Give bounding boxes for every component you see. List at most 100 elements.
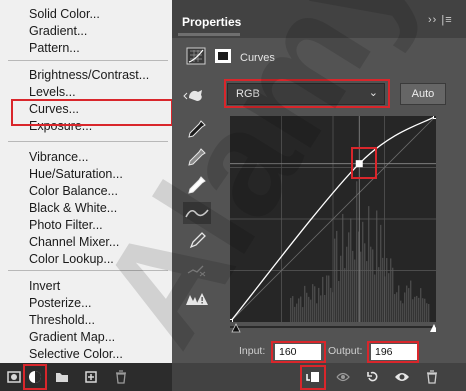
smooth-curve-icon[interactable] xyxy=(183,258,211,280)
histogram-bar xyxy=(418,297,420,322)
curves-highlight-box xyxy=(11,99,173,126)
add-layer-mask-icon[interactable] xyxy=(6,369,22,385)
menu-item[interactable]: Black & White... xyxy=(29,200,117,217)
clipping-warning-icon[interactable] xyxy=(183,288,211,310)
menu-item[interactable]: Hue/Saturation... xyxy=(29,166,123,183)
histogram-bar xyxy=(424,298,426,322)
curves-graph-svg xyxy=(227,113,439,325)
histogram-bar xyxy=(356,181,358,322)
menu-separator xyxy=(8,270,168,271)
black-point-eyedropper-icon[interactable] xyxy=(183,118,211,140)
histogram-bar xyxy=(380,224,382,322)
menu-separator xyxy=(8,60,168,61)
layers-bottom-bar xyxy=(0,363,172,391)
histogram-bar xyxy=(360,251,362,322)
menu-item[interactable]: Solid Color... xyxy=(29,6,100,23)
histogram-bar xyxy=(368,206,370,322)
histogram-bar xyxy=(340,255,342,322)
clip-to-layer-icon[interactable] xyxy=(305,369,321,385)
histogram xyxy=(290,181,430,322)
new-group-icon[interactable] xyxy=(54,369,70,385)
adjustment-layer-menu: Solid Color... Gradient... Pattern... Brigh… xyxy=(0,0,172,363)
output-field-highlight xyxy=(367,341,419,363)
histogram-bar xyxy=(310,299,312,322)
histogram-bar xyxy=(320,295,322,322)
input-label: Input: xyxy=(239,345,266,357)
histogram-bar xyxy=(422,298,424,322)
menu-item[interactable]: Vibrance... xyxy=(29,149,89,166)
panel-menu-icon[interactable]: ›› |≡ xyxy=(428,14,453,26)
trash-icon[interactable] xyxy=(113,369,129,385)
pencil-draw-icon[interactable] xyxy=(183,230,211,252)
histogram-bar xyxy=(300,296,302,322)
white-point-eyedropper-icon[interactable] xyxy=(183,174,211,196)
reset-icon[interactable] xyxy=(365,369,381,385)
properties-header: Properties ›› |≡ xyxy=(172,0,466,38)
histogram-bar xyxy=(378,267,380,322)
auto-button[interactable]: Auto xyxy=(400,83,446,105)
new-layer-icon[interactable] xyxy=(83,369,99,385)
view-previous-state-icon[interactable] xyxy=(335,369,351,385)
curve-point[interactable] xyxy=(433,113,439,119)
menu-item[interactable]: Color Balance... xyxy=(29,183,118,200)
menu-separator xyxy=(8,141,168,142)
histogram-bar xyxy=(376,210,378,322)
histogram-bar xyxy=(362,221,364,322)
input-sliders xyxy=(230,323,436,333)
menu-item[interactable]: Selective Color... xyxy=(29,346,123,363)
histogram-bar xyxy=(308,296,310,322)
histogram-bar xyxy=(322,276,324,322)
menu-item[interactable]: Gradient Map... xyxy=(29,329,115,346)
histogram-bar xyxy=(374,274,376,322)
histogram-bar xyxy=(330,287,332,322)
histogram-bar xyxy=(304,285,306,322)
menu-item[interactable]: Invert xyxy=(29,278,60,295)
histogram-bar xyxy=(414,296,416,322)
histogram-bar xyxy=(392,267,394,322)
output-label: Output: xyxy=(328,345,363,357)
histogram-bar xyxy=(334,238,336,322)
menu-item[interactable]: Channel Mixer... xyxy=(29,234,119,251)
curve-point-highlight xyxy=(351,147,377,179)
curves-graph[interactable] xyxy=(227,113,439,325)
tab-underline xyxy=(178,33,240,36)
histogram-bar xyxy=(372,249,374,322)
mask-icon[interactable] xyxy=(214,48,232,64)
histogram-bar xyxy=(314,286,316,322)
histogram-bar xyxy=(398,285,400,322)
gray-point-eyedropper-icon[interactable] xyxy=(183,146,211,168)
histogram-bar xyxy=(306,292,308,322)
new-adjustment-layer-icon[interactable] xyxy=(27,369,43,385)
histogram-bar xyxy=(408,288,410,322)
histogram-bar xyxy=(338,280,340,322)
histogram-bar xyxy=(370,246,372,322)
histogram-bar xyxy=(290,297,292,322)
menu-item[interactable]: Photo Filter... xyxy=(29,217,103,234)
histogram-bar xyxy=(328,275,330,322)
edit-points-curve-icon[interactable] xyxy=(183,202,211,224)
histogram-bar xyxy=(324,294,326,322)
histogram-bar xyxy=(354,259,356,322)
menu-item[interactable]: Threshold... xyxy=(29,312,95,329)
histogram-bar xyxy=(410,280,412,322)
adjustment-label: Curves xyxy=(240,52,275,64)
histogram-bar xyxy=(346,246,348,322)
menu-item[interactable]: Gradient... xyxy=(29,23,87,40)
histogram-bar xyxy=(298,298,300,322)
curves-adjustment-icon xyxy=(186,47,206,65)
histogram-bar xyxy=(382,257,384,322)
menu-item[interactable]: Pattern... xyxy=(29,40,80,57)
panel-title[interactable]: Properties xyxy=(182,15,241,29)
histogram-bar xyxy=(336,230,338,322)
histogram-bar xyxy=(386,258,388,322)
menu-item[interactable]: Color Lookup... xyxy=(29,251,114,268)
histogram-bar xyxy=(406,285,408,322)
menu-item[interactable]: Posterize... xyxy=(29,295,92,312)
menu-item[interactable]: Brightness/Contrast... xyxy=(29,67,149,84)
on-image-adjust-icon[interactable] xyxy=(183,84,211,106)
properties-panel: Properties ›› |≡ Curves RGB ⌄ Auto Input… xyxy=(172,0,466,391)
visibility-eye-icon[interactable] xyxy=(394,369,410,385)
delete-adjustment-icon[interactable] xyxy=(424,369,440,385)
histogram-bar xyxy=(396,292,398,322)
input-field-highlight xyxy=(271,341,326,363)
